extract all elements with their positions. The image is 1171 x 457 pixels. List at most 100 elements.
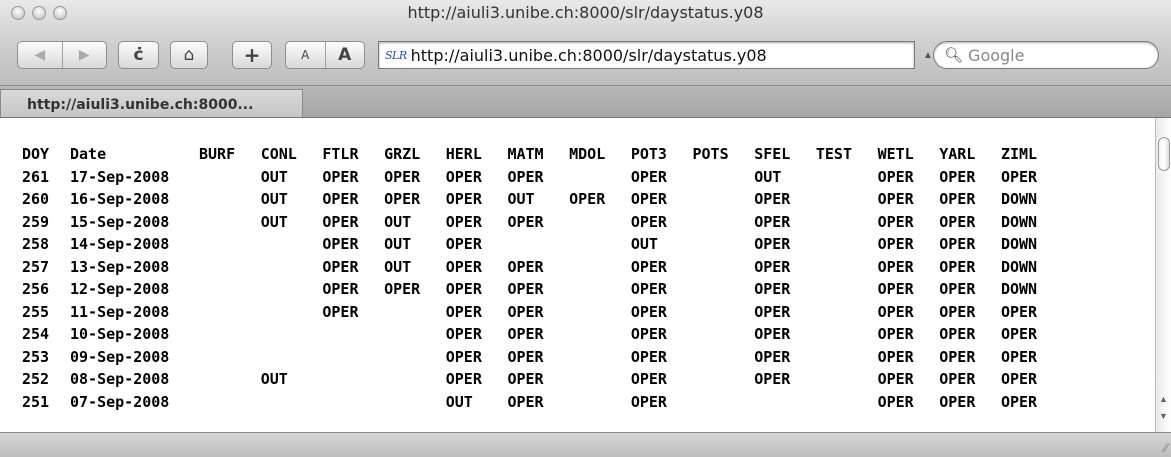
table-row: 258 14-Sep-2008 OPER OUT OPER OUT OPER OPER OPER… (22, 233, 1063, 256)
status-cell: OPER (939, 280, 976, 298)
scroll-up-arrow-icon[interactable]: ▲ (1159, 394, 1168, 404)
search-menu-icon[interactable]: ▲ (923, 50, 933, 61)
doy-cell: 261 (22, 167, 50, 186)
add-bookmark-button[interactable]: + (232, 41, 272, 69)
magnifier-icon[interactable]: 🔍︎ (944, 46, 963, 64)
status-cell: OPER (322, 280, 359, 298)
date-cell: 09-Sep-2008 (70, 347, 170, 366)
status-cell: OPER (630, 212, 667, 231)
status-cell: OUT (260, 167, 288, 186)
status-cell: OPER (939, 167, 976, 186)
status-cell (261, 346, 323, 369)
resize-grip-icon[interactable]: ⁄⁄ (1164, 441, 1168, 455)
status-cell: OPER (877, 190, 914, 208)
status-cell: OPER (445, 167, 482, 186)
status-cell (384, 391, 446, 414)
status-cell: OPER (754, 302, 791, 321)
status-cell: OPER (939, 302, 976, 321)
status-cell (693, 278, 755, 301)
status-cell (816, 256, 878, 279)
status-cell (569, 278, 631, 301)
status-cell (816, 233, 878, 256)
forward-arrow-icon[interactable]: ▶ (63, 47, 107, 63)
status-cell (261, 278, 323, 301)
scroll-down-arrow-icon[interactable]: ▼ (1159, 411, 1168, 421)
table-row: 260 16-Sep-2008 OUT OPER OPER OPER OUT OPER OPER… (22, 188, 1063, 211)
status-cell: OPER (754, 190, 791, 208)
back-arrow-icon[interactable]: ◀ (18, 47, 62, 63)
status-cell (261, 301, 323, 324)
status-cell (199, 278, 261, 301)
search-area: ▲ 🔍︎ Google (923, 41, 1161, 69)
status-cell (754, 391, 816, 414)
scrollbar-thumb[interactable] (1158, 137, 1170, 171)
address-bar[interactable]: SLR http://aiuli3.unibe.ch:8000/slr/days… (378, 41, 915, 69)
window-title: http://aiuli3.unibe.ch:8000/slr/daystatu… (407, 3, 764, 22)
date-cell: 07-Sep-2008 (70, 392, 170, 411)
status-cell (816, 211, 878, 234)
search-input[interactable]: 🔍︎ Google (933, 41, 1159, 69)
status-cell: OPER (322, 190, 359, 208)
table-row: 254 10-Sep-2008 OPER OPER OPER OPER OPER OPER OP… (22, 323, 1063, 346)
doy-cell: 257 (22, 257, 50, 276)
status-cell: OPER (939, 370, 976, 388)
status-cell: OPER (877, 257, 914, 276)
status-cell: OPER (445, 280, 482, 298)
status-cell (693, 346, 755, 369)
status-cell (199, 301, 261, 324)
status-cell (199, 211, 261, 234)
reload-button[interactable]: ċ (118, 41, 159, 69)
doy-cell: 252 (22, 370, 50, 388)
status-cell: OPER (939, 325, 976, 343)
status-cell: OPER (877, 212, 914, 231)
text-smaller-button[interactable]: A (286, 48, 325, 62)
status-cell (322, 323, 384, 346)
status-cell: OPER (877, 325, 914, 343)
table-row: 256 12-Sep-2008 OPER OPER OPER OPER OPER OPER OP… (22, 278, 1063, 301)
plus-icon: + (243, 43, 261, 67)
status-cell (569, 233, 631, 256)
back-forward-buttons: ◀ ▶ (17, 41, 107, 69)
home-button[interactable]: ⌂ (170, 41, 208, 69)
status-cell (693, 323, 755, 346)
table-row: 252 08-Sep-2008 OUT OPER OPER OPER OPER OPER OPE… (22, 368, 1063, 391)
status-cell: OPER (445, 370, 482, 388)
status-cell: OPER (877, 392, 914, 411)
status-cell: OPER (322, 212, 359, 231)
column-header: POT3 (630, 145, 667, 163)
status-cell: OPER (939, 212, 976, 231)
date-cell: 16-Sep-2008 (70, 190, 170, 208)
column-header: BURF (199, 145, 236, 163)
table-row: 261 17-Sep-2008 OUT OPER OPER OPER OPER OPER OUT… (22, 166, 1063, 189)
text-larger-button[interactable]: A (326, 45, 365, 65)
status-cell: OPER (939, 392, 976, 411)
status-cell (322, 368, 384, 391)
status-table: DOY Date BURF CONL FTLR GRZL HERL MATM MDOL POT3 P… (22, 143, 1063, 413)
status-cell: OPER (630, 347, 667, 366)
status-cell (261, 233, 323, 256)
status-cell (693, 166, 755, 189)
status-cell: OPER (445, 212, 482, 231)
status-cell (322, 346, 384, 369)
date-cell: 15-Sep-2008 (70, 212, 170, 231)
column-header: SFEL (754, 145, 791, 163)
status-cell (569, 346, 631, 369)
table-row: 251 07-Sep-2008 OUT OPER OPER OPER OPER OPER (22, 391, 1063, 414)
status-cell: OPER (630, 257, 667, 276)
status-cell: OPER (445, 190, 482, 208)
status-cell: OPER (877, 167, 914, 186)
tab-active[interactable]: http://aiuli3.unibe.ch:8000... (0, 89, 303, 117)
column-header: MDOL (569, 145, 606, 163)
doy-cell: 254 (22, 325, 50, 343)
date-cell: 12-Sep-2008 (70, 280, 170, 298)
status-cell: OPER (1000, 302, 1038, 321)
status-cell: OPER (630, 370, 667, 388)
doy-cell: 256 (22, 280, 50, 298)
vertical-scrollbar[interactable]: ▲ ▼ (1155, 118, 1171, 432)
status-cell: OPER (507, 302, 544, 321)
status-cell (199, 391, 261, 414)
status-cell (816, 188, 878, 211)
status-cell: OPER (1000, 325, 1038, 343)
status-cell: DOWN (1000, 280, 1038, 298)
status-cell: OPER (1000, 370, 1038, 388)
